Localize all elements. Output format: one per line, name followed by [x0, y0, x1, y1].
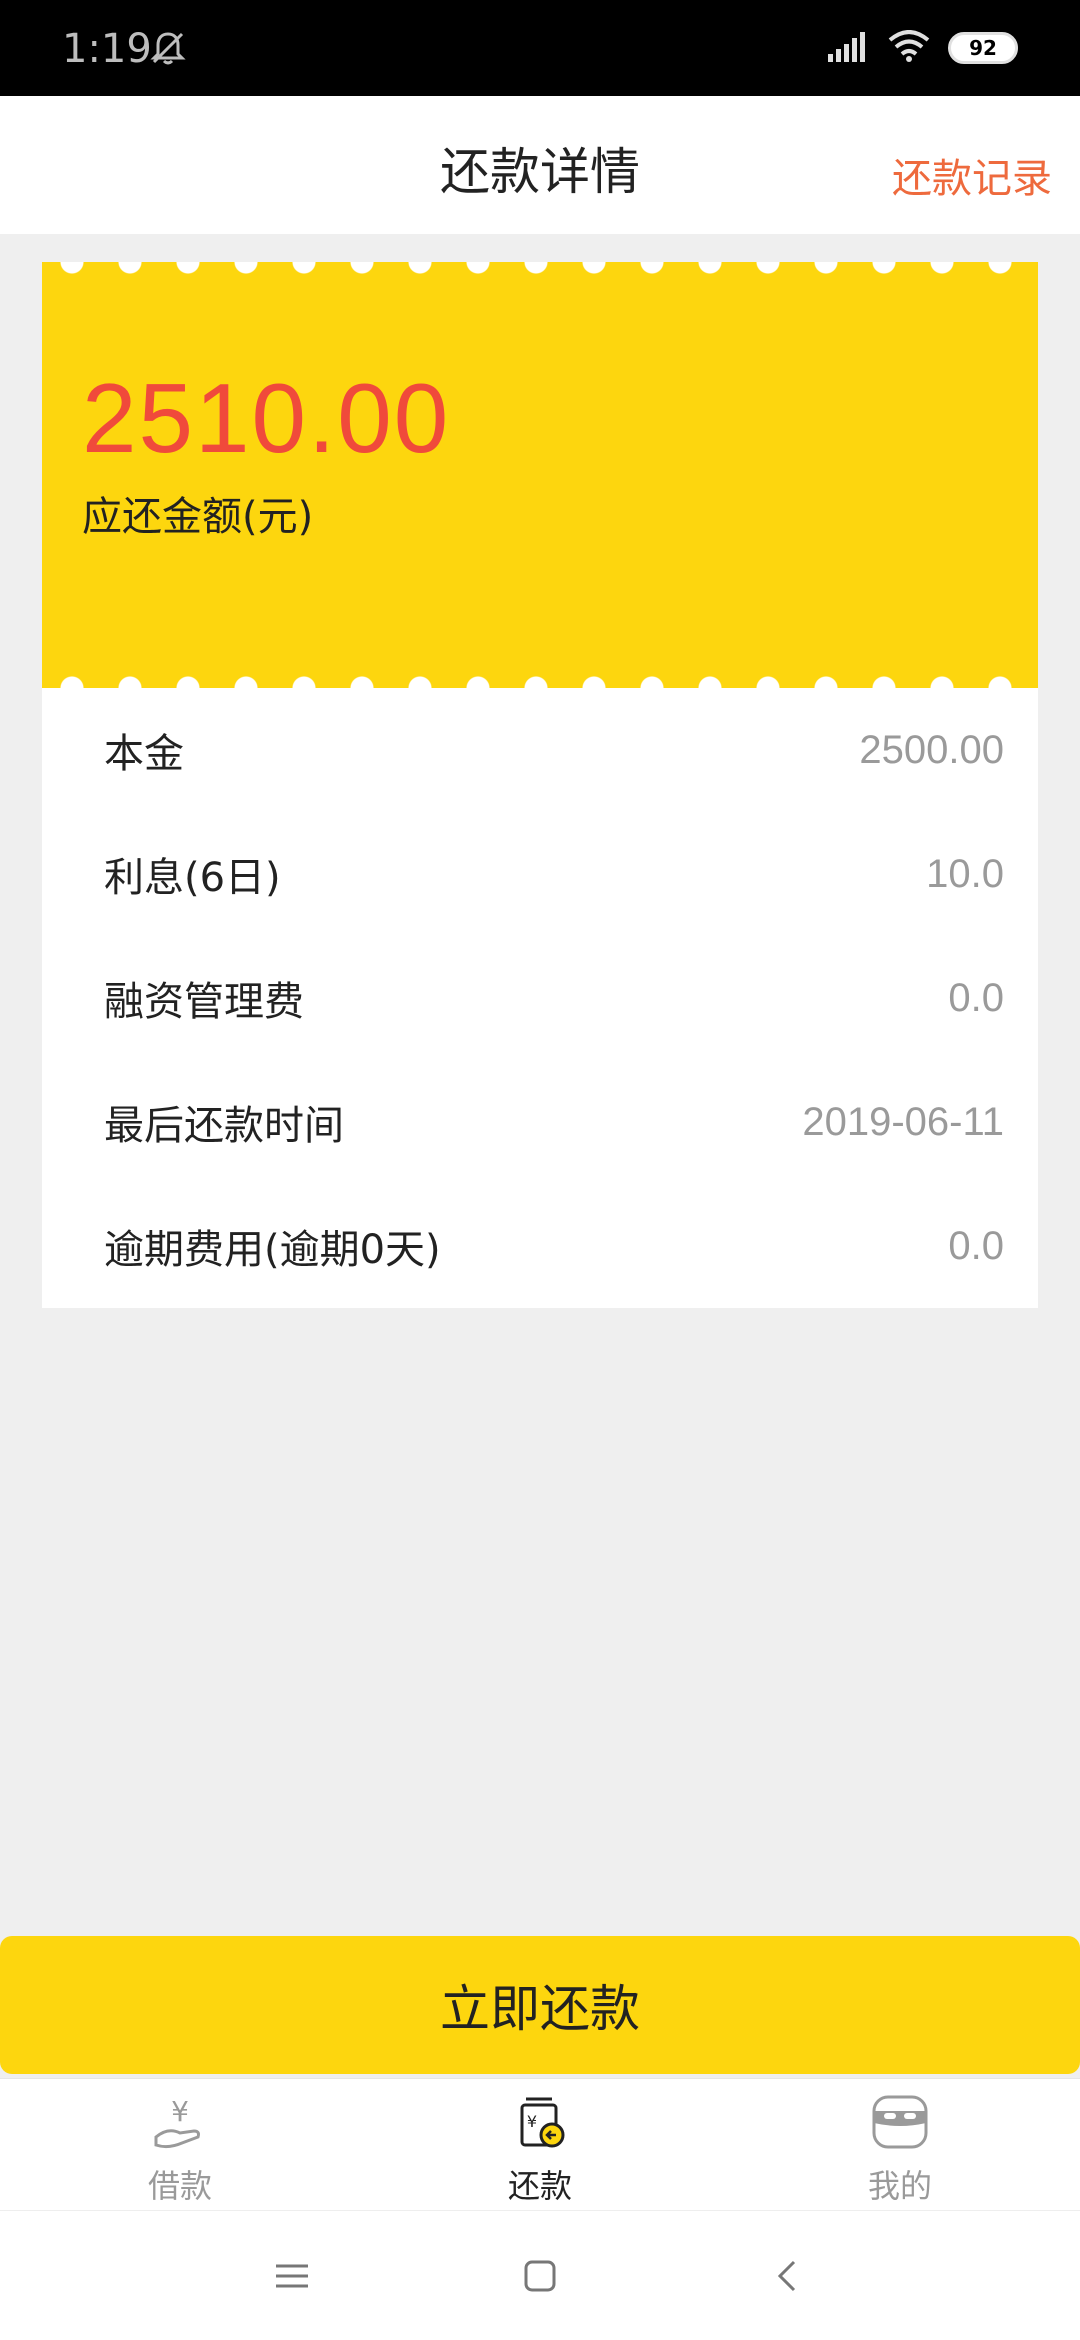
nav-tab-repay[interactable]: ¥ 还款 — [360, 2079, 720, 2210]
detail-value: 2019-06-11 — [802, 1099, 1004, 1144]
detail-value: 2500.00 — [859, 727, 1004, 772]
detail-value: 0.0 — [948, 1223, 1004, 1268]
status-time: 1:19 — [62, 26, 152, 72]
repayment-detail-list: 本金 2500.00 利息(6日) 10.0 融资管理费 0.0 最后还款时间 … — [42, 688, 1038, 1308]
loan-icon: ¥ — [148, 2093, 212, 2157]
detail-label: 逾期费用(逾期0天) — [104, 1227, 441, 1273]
repay-icon: ¥ — [508, 2093, 572, 2157]
detail-row-interest: 利息(6日) 10.0 — [42, 812, 1038, 936]
amount-due-value: 2510.00 — [82, 363, 451, 473]
profile-icon — [868, 2093, 932, 2157]
detail-row-principal: 本金 2500.00 — [42, 688, 1038, 812]
svg-text:¥: ¥ — [527, 2112, 537, 2131]
battery-indicator: 92 — [948, 32, 1018, 64]
status-bar: 1:19 92 — [0, 0, 1080, 96]
detail-row-management-fee: 融资管理费 0.0 — [42, 936, 1038, 1060]
repayment-history-link[interactable]: 还款记录 — [892, 146, 1052, 204]
nav-tab-label: 我的 — [867, 2167, 932, 2205]
wifi-icon — [888, 30, 930, 66]
home-icon[interactable] — [516, 2252, 564, 2300]
mute-icon — [148, 28, 188, 72]
card-scallop-top — [42, 262, 1038, 274]
signal-icon — [826, 30, 870, 66]
nav-tab-label: 还款 — [507, 2167, 572, 2205]
back-icon[interactable] — [764, 2252, 812, 2300]
nav-tab-loan[interactable]: ¥ 借款 — [0, 2079, 360, 2210]
detail-row-overdue-fee: 逾期费用(逾期0天) 0.0 — [42, 1184, 1038, 1308]
detail-label: 最后还款时间 — [104, 1103, 344, 1149]
amount-card: 2510.00 应还金额(元) — [42, 262, 1038, 688]
card-scallop-bottom — [42, 676, 1038, 688]
system-nav-bar — [0, 2210, 1080, 2340]
detail-row-due-date: 最后还款时间 2019-06-11 — [42, 1060, 1038, 1184]
nav-tab-label: 借款 — [147, 2167, 212, 2205]
detail-label: 利息(6日) — [104, 855, 281, 901]
menu-icon[interactable] — [268, 2252, 316, 2300]
app-header: 还款详情 还款记录 — [0, 96, 1080, 234]
nav-tab-profile[interactable]: 我的 — [720, 2079, 1080, 2210]
repay-now-button[interactable]: 立即还款 — [0, 1936, 1080, 2074]
amount-due-label: 应还金额(元) — [82, 494, 314, 540]
svg-text:¥: ¥ — [171, 2095, 189, 2128]
detail-value: 10.0 — [926, 851, 1004, 896]
bottom-nav: ¥ 借款 ¥ 还款 我的 — [0, 2078, 1080, 2210]
detail-label: 融资管理费 — [104, 979, 304, 1025]
detail-label: 本金 — [104, 731, 184, 777]
detail-value: 0.0 — [948, 975, 1004, 1020]
